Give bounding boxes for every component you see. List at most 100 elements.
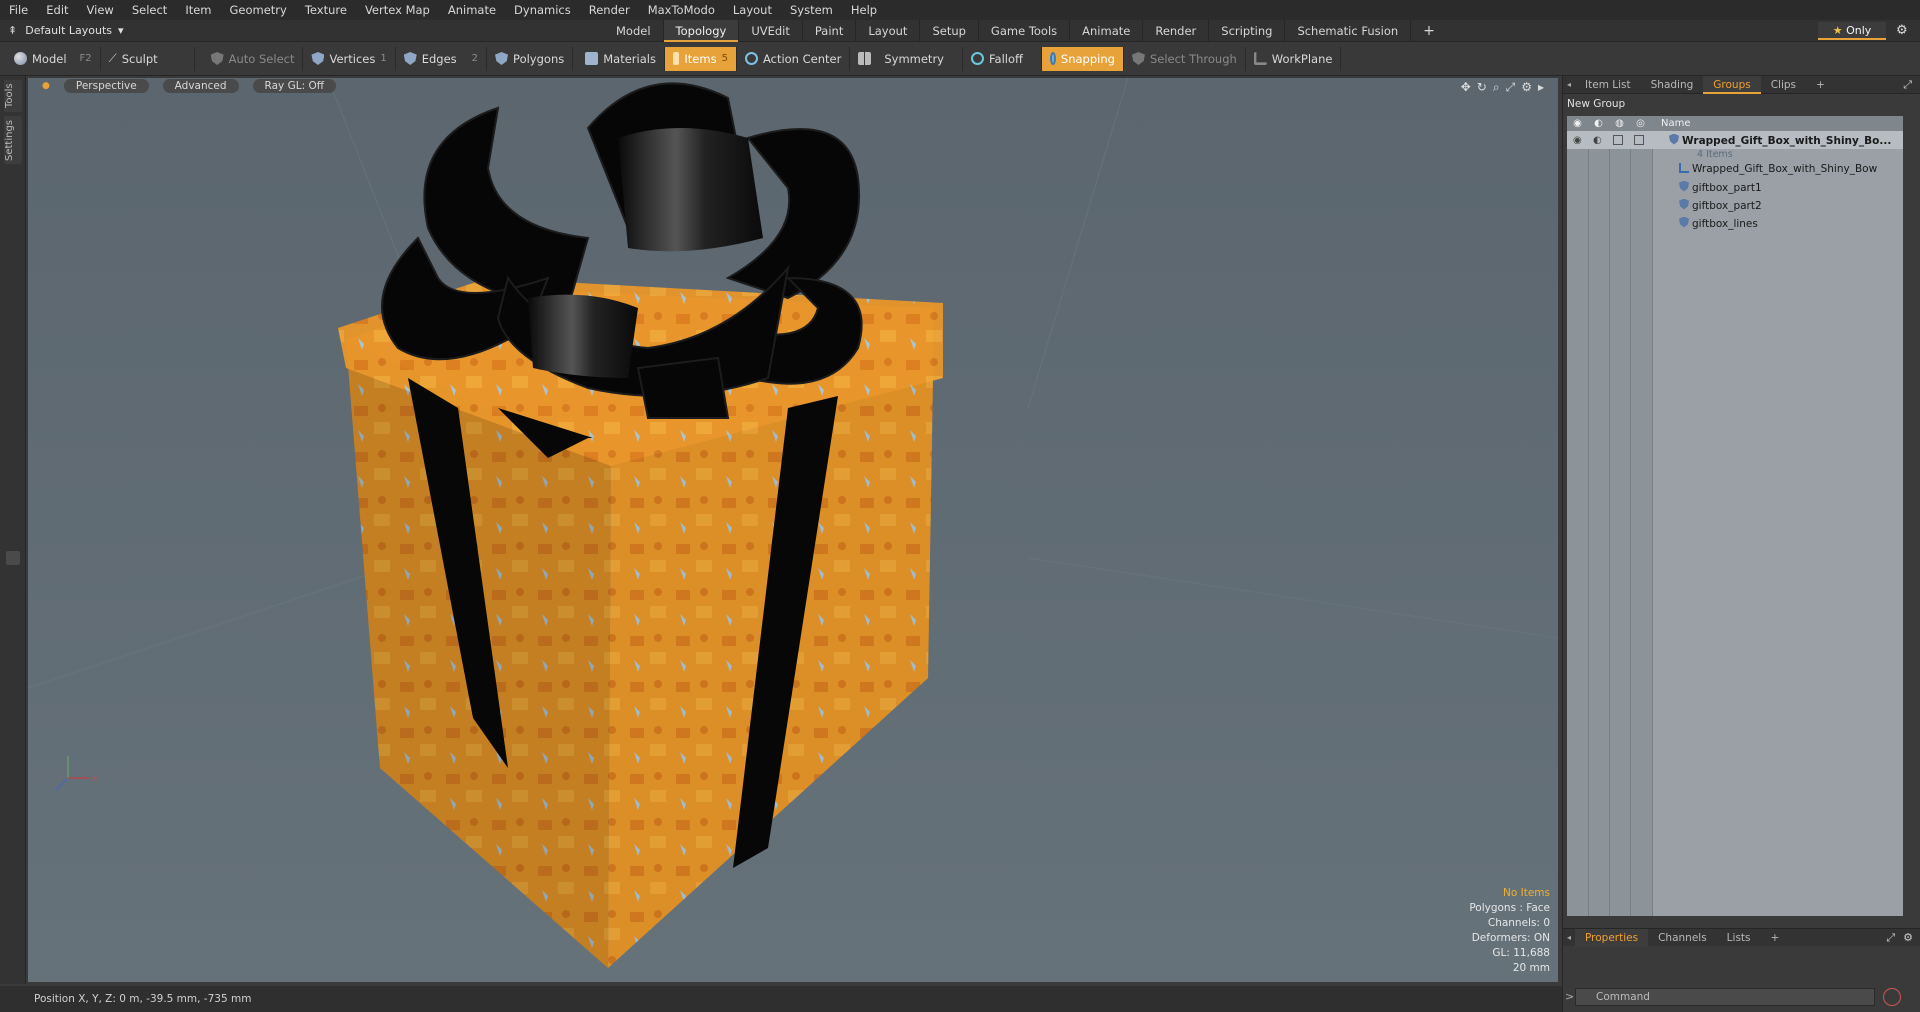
materials-button[interactable]: Materials: [577, 46, 665, 71]
group-row[interactable]: ◉ ◐ Wrapped_Gift_Box_with_Shiny_Bo...: [1567, 131, 1903, 149]
menu-vertex-map[interactable]: Vertex Map: [356, 3, 439, 17]
menu-file[interactable]: File: [0, 3, 37, 17]
tab-lists[interactable]: Lists: [1717, 929, 1761, 947]
add-bottom-tab-button[interactable]: +: [1761, 929, 1790, 947]
bottom-panel-dot[interactable]: ◂: [1563, 933, 1575, 942]
render-column-icon[interactable]: ◐: [1588, 118, 1609, 129]
panel-menu-dot[interactable]: ◂: [1563, 80, 1575, 89]
menu-geometry[interactable]: Geometry: [221, 3, 296, 17]
add-tab-button[interactable]: +: [1411, 20, 1447, 42]
gear-icon[interactable]: ⚙: [1896, 23, 1908, 38]
falloff-button[interactable]: Falloff: [963, 46, 1042, 71]
command-record-icon[interactable]: [1883, 988, 1901, 1006]
auto-select-button[interactable]: Auto Select: [203, 46, 304, 71]
maximize-view-icon[interactable]: ⤢: [1506, 80, 1516, 95]
select-through-button[interactable]: Select Through: [1124, 46, 1246, 71]
only-button[interactable]: ★ Only: [1818, 22, 1886, 40]
menu-item[interactable]: Item: [176, 3, 220, 17]
tab-clips[interactable]: Clips: [1761, 76, 1806, 94]
menu-view[interactable]: View: [78, 3, 123, 17]
menu-animate[interactable]: Animate: [439, 3, 505, 17]
vertices-label: Vertices: [329, 51, 376, 66]
render-toggle[interactable]: ◐: [1593, 135, 1602, 146]
tab-properties[interactable]: Properties: [1575, 928, 1649, 947]
layout-selector[interactable]: Default Layouts ▾: [25, 24, 123, 37]
side-tab-tools[interactable]: Tools: [4, 80, 22, 112]
menu-render[interactable]: Render: [580, 3, 639, 17]
zoom-view-icon[interactable]: ⌕: [1493, 80, 1500, 95]
tab-schematic-fusion[interactable]: Schematic Fusion: [1285, 20, 1412, 42]
view-mode-dropdown[interactable]: Perspective: [63, 79, 149, 93]
layout-up-icon[interactable]: ⇞: [8, 24, 17, 37]
snapping-button[interactable]: Snapping: [1041, 46, 1124, 71]
tab-setup[interactable]: Setup: [920, 20, 979, 42]
tab-render[interactable]: Render: [1143, 20, 1210, 42]
action-center-button[interactable]: Action Center: [737, 46, 851, 71]
select-through-label: Select Through: [1149, 51, 1237, 66]
select-toggle[interactable]: [1634, 135, 1644, 145]
new-group-button[interactable]: New Group: [1567, 96, 1920, 112]
tab-topology[interactable]: Topology: [663, 20, 740, 42]
menu-texture[interactable]: Texture: [296, 3, 356, 17]
tree-item-row[interactable]: giftbox_part2: [1567, 196, 1903, 214]
auto-select-label: Auto Select: [228, 51, 295, 66]
bottom-gear-icon[interactable]: ⚙: [1895, 931, 1920, 944]
eye-icon[interactable]: ◉: [1573, 135, 1582, 146]
polygons-button[interactable]: Polygons: [487, 46, 574, 71]
group-count-row: 4 Items: [1567, 149, 1903, 160]
move-view-icon[interactable]: ✥: [1461, 80, 1471, 95]
tab-channels[interactable]: Channels: [1648, 929, 1717, 947]
tab-layout[interactable]: Layout: [856, 20, 921, 42]
menu-help[interactable]: Help: [842, 3, 886, 17]
tab-groups[interactable]: Groups: [1703, 75, 1761, 94]
menu-dynamics[interactable]: Dynamics: [505, 3, 580, 17]
tab-paint[interactable]: Paint: [803, 20, 857, 42]
workplane-label: WorkPlane: [1271, 51, 1333, 66]
menu-select[interactable]: Select: [123, 3, 176, 17]
viewport-3d[interactable]: x ● Perspective Advanced Ray GL: Off ✥ ↻…: [28, 78, 1558, 982]
name-column-header[interactable]: Name: [1661, 118, 1691, 129]
tab-model[interactable]: Model: [604, 20, 664, 42]
viewport-menu-dot[interactable]: ●: [42, 81, 50, 91]
tab-scripting[interactable]: Scripting: [1209, 20, 1286, 42]
sculpt-button[interactable]: ⟋ Sculpt: [101, 46, 195, 71]
tab-uvedit[interactable]: UVEdit: [739, 20, 803, 42]
info-gl: GL: 11,688: [1492, 947, 1550, 959]
add-panel-tab-button[interactable]: +: [1806, 76, 1835, 94]
tree-item-row[interactable]: giftbox_lines: [1567, 214, 1903, 232]
items-button[interactable]: Items 5: [664, 46, 737, 71]
viewport-gear-icon[interactable]: ⚙: [1521, 80, 1532, 95]
expand-panel-icon[interactable]: ⤢: [1903, 78, 1920, 92]
tree-item-row[interactable]: Wrapped_Gift_Box_with_Shiny_Bow: [1567, 160, 1903, 178]
menu-edit[interactable]: Edit: [37, 3, 77, 17]
edges-shortcut: 2: [471, 53, 479, 64]
rotate-view-icon[interactable]: ↻: [1477, 80, 1487, 95]
tree-item-label: giftbox_part1: [1692, 181, 1762, 194]
tab-item-list[interactable]: Item List: [1575, 76, 1641, 94]
raygl-toggle[interactable]: Ray GL: Off: [252, 79, 336, 93]
tab-game-tools[interactable]: Game Tools: [979, 20, 1071, 42]
eye-column-icon[interactable]: ◉: [1567, 118, 1588, 129]
lock-column-icon[interactable]: ◍: [1609, 118, 1630, 129]
action-center-icon: [744, 52, 758, 65]
tab-animate[interactable]: Animate: [1070, 20, 1144, 42]
command-input[interactable]: Command: [1575, 988, 1875, 1006]
tree-item-row[interactable]: giftbox_part1: [1567, 178, 1903, 196]
collapse-handle[interactable]: [6, 551, 20, 565]
bottom-expand-icon[interactable]: ⤢: [1886, 931, 1895, 945]
tab-shading[interactable]: Shading: [1641, 76, 1704, 94]
edges-button[interactable]: Edges 2: [396, 46, 488, 71]
select-through-icon: [1131, 52, 1145, 65]
select-column-icon[interactable]: ◎: [1630, 118, 1651, 129]
side-tab-settings[interactable]: Settings: [4, 116, 22, 164]
viewport-play-icon[interactable]: ▸: [1538, 80, 1544, 95]
shading-dropdown[interactable]: Advanced: [162, 79, 239, 93]
workplane-button[interactable]: WorkPlane: [1246, 46, 1342, 71]
menu-layout[interactable]: Layout: [724, 3, 781, 17]
symmetry-button[interactable]: Symmetry: [850, 46, 963, 71]
menu-system[interactable]: System: [781, 3, 842, 17]
vertices-button[interactable]: Vertices 1: [303, 46, 396, 71]
model-button[interactable]: Model F2: [6, 46, 101, 71]
lock-toggle[interactable]: [1613, 135, 1623, 145]
menu-maxtomodo[interactable]: MaxToModo: [639, 3, 724, 17]
